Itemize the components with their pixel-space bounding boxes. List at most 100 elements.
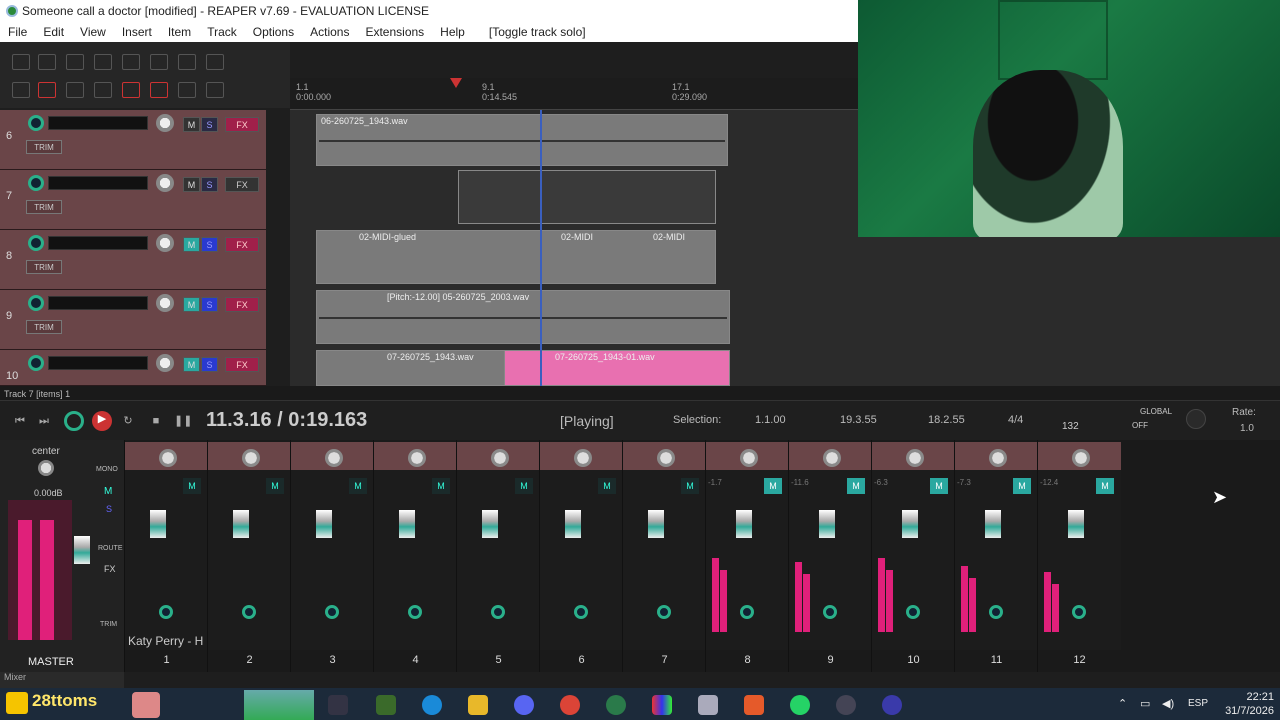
- track-header[interactable]: 8 M S FX TRIM: [0, 230, 266, 290]
- volume-fader[interactable]: [819, 510, 835, 538]
- group-icon[interactable]: [94, 82, 112, 98]
- play-icon[interactable]: ▶: [92, 411, 112, 431]
- rate-value[interactable]: 1.0: [1240, 423, 1254, 434]
- menu-file[interactable]: File: [0, 25, 35, 39]
- master-fader[interactable]: [74, 536, 90, 564]
- volume-knob[interactable]: [156, 294, 174, 312]
- strip-mute-button[interactable]: M: [598, 478, 616, 494]
- fx-button[interactable]: FX: [225, 357, 259, 372]
- menu-toggle-track-solo[interactable]: [Toggle track solo]: [473, 25, 594, 39]
- strip-mute-button[interactable]: M: [349, 478, 367, 494]
- playrate-knob[interactable]: [1186, 409, 1206, 429]
- media-item[interactable]: 07-260725_1943.wav: [316, 350, 506, 386]
- volume-knob[interactable]: [156, 234, 174, 252]
- menu-help[interactable]: Help: [432, 25, 473, 39]
- record-arm-icon[interactable]: [408, 605, 422, 619]
- menu-track[interactable]: Track: [199, 25, 245, 39]
- volume-icon[interactable]: ◀): [1162, 697, 1174, 710]
- time-position[interactable]: 11.3.16 / 0:19.163: [206, 409, 367, 432]
- time-signature[interactable]: 4/4: [1008, 414, 1023, 426]
- chrome-icon[interactable]: [560, 695, 580, 715]
- strip-mute-button[interactable]: M: [764, 478, 782, 494]
- mute-button[interactable]: M: [183, 117, 200, 132]
- master-fx-button[interactable]: FX: [104, 564, 116, 574]
- strip-mute-button[interactable]: M: [681, 478, 699, 494]
- record-arm-icon[interactable]: [574, 605, 588, 619]
- mute-button[interactable]: M: [183, 357, 200, 372]
- trim-button[interactable]: TRIM: [26, 200, 62, 214]
- tray-chevron-icon[interactable]: ⌃: [1118, 697, 1127, 710]
- arrange-view[interactable]: 06-260725_1943.wav 02-MIDI-glued 02-MIDI…: [290, 110, 858, 386]
- fx-button[interactable]: FX: [225, 237, 259, 252]
- trim-button[interactable]: TRIM: [26, 260, 62, 274]
- fx-button[interactable]: FX: [225, 117, 259, 132]
- arrange-empty-area[interactable]: [858, 237, 1280, 386]
- trim-button[interactable]: TRIM: [26, 320, 62, 334]
- track-header[interactable]: 9 M S FX TRIM: [0, 290, 266, 350]
- grid-icon[interactable]: [66, 82, 84, 98]
- menu-options[interactable]: Options: [245, 25, 302, 39]
- pan-knob[interactable]: [1072, 449, 1090, 467]
- tempo-value[interactable]: 132: [1062, 421, 1079, 432]
- fx-button[interactable]: FX: [225, 177, 259, 192]
- ripple-icon[interactable]: [12, 82, 30, 98]
- pan-knob[interactable]: [574, 449, 592, 467]
- volume-fader[interactable]: [648, 510, 664, 538]
- discord-icon[interactable]: [514, 695, 534, 715]
- horizontal-scrollbar[interactable]: [0, 386, 1280, 400]
- strip-mute-button[interactable]: M: [847, 478, 865, 494]
- master-mute-button[interactable]: M: [104, 486, 112, 497]
- selection-length[interactable]: 18.2.55: [928, 414, 965, 426]
- trim-button[interactable]: TRIM: [26, 140, 62, 154]
- task-view-icon[interactable]: [328, 695, 348, 715]
- volume-knob[interactable]: [156, 354, 174, 372]
- pan-knob[interactable]: [325, 449, 343, 467]
- volume-fader[interactable]: [233, 510, 249, 538]
- item-icon[interactable]: [206, 54, 224, 70]
- lock-icon[interactable]: [178, 82, 196, 98]
- solo-button[interactable]: S: [201, 357, 218, 372]
- record-arm-icon[interactable]: [491, 605, 505, 619]
- record-arm-icon[interactable]: [28, 235, 44, 251]
- master-solo-button[interactable]: S: [106, 504, 112, 514]
- reaper-icon[interactable]: [606, 695, 626, 715]
- strip-mute-button[interactable]: M: [515, 478, 533, 494]
- mono-button[interactable]: MONO: [96, 466, 118, 473]
- record-arm-icon[interactable]: [906, 605, 920, 619]
- volume-fader[interactable]: [902, 510, 918, 538]
- menu-edit[interactable]: Edit: [35, 25, 72, 39]
- metronome-icon[interactable]: [178, 54, 196, 70]
- solo-button[interactable]: S: [201, 297, 218, 312]
- media-item[interactable]: [Pitch:-12.00] 05-260725_2003.wav: [316, 290, 730, 344]
- record-arm-icon[interactable]: [1072, 605, 1086, 619]
- brave-icon[interactable]: [744, 695, 764, 715]
- network-icon[interactable]: ▭: [1140, 697, 1150, 710]
- pan-knob[interactable]: [159, 449, 177, 467]
- new-project-icon[interactable]: [12, 54, 30, 70]
- go-to-start-icon[interactable]: ⏮: [12, 413, 28, 429]
- volume-fader[interactable]: [316, 510, 332, 538]
- mute-button[interactable]: M: [183, 297, 200, 312]
- global-automation-value[interactable]: OFF: [1132, 421, 1148, 430]
- strip-mute-button[interactable]: M: [432, 478, 450, 494]
- snap-icon[interactable]: [38, 82, 56, 98]
- menu-actions[interactable]: Actions: [302, 25, 357, 39]
- media-item[interactable]: 07-260725_1943-01.wav: [504, 350, 730, 386]
- pan-knob[interactable]: [408, 449, 426, 467]
- record-arm-icon[interactable]: [242, 605, 256, 619]
- track-header[interactable]: 7 M S FX TRIM: [0, 170, 266, 230]
- whatsapp-icon[interactable]: [790, 695, 810, 715]
- open-project-icon[interactable]: [38, 54, 56, 70]
- volume-fader[interactable]: [482, 510, 498, 538]
- media-item[interactable]: [458, 170, 716, 224]
- envelope-icon[interactable]: [122, 82, 140, 98]
- record-arm-icon[interactable]: [657, 605, 671, 619]
- minecraft-icon[interactable]: [376, 695, 396, 715]
- menu-item[interactable]: Item: [160, 25, 199, 39]
- pan-knob[interactable]: [823, 449, 841, 467]
- app-icon[interactable]: [652, 695, 672, 715]
- timeline-ruler[interactable]: 1.1 0:00.000 9.1 0:14.545 17.1 0:29.090: [290, 78, 858, 110]
- pan-knob[interactable]: [657, 449, 675, 467]
- volume-fader[interactable]: [736, 510, 752, 538]
- record-arm-icon[interactable]: [325, 605, 339, 619]
